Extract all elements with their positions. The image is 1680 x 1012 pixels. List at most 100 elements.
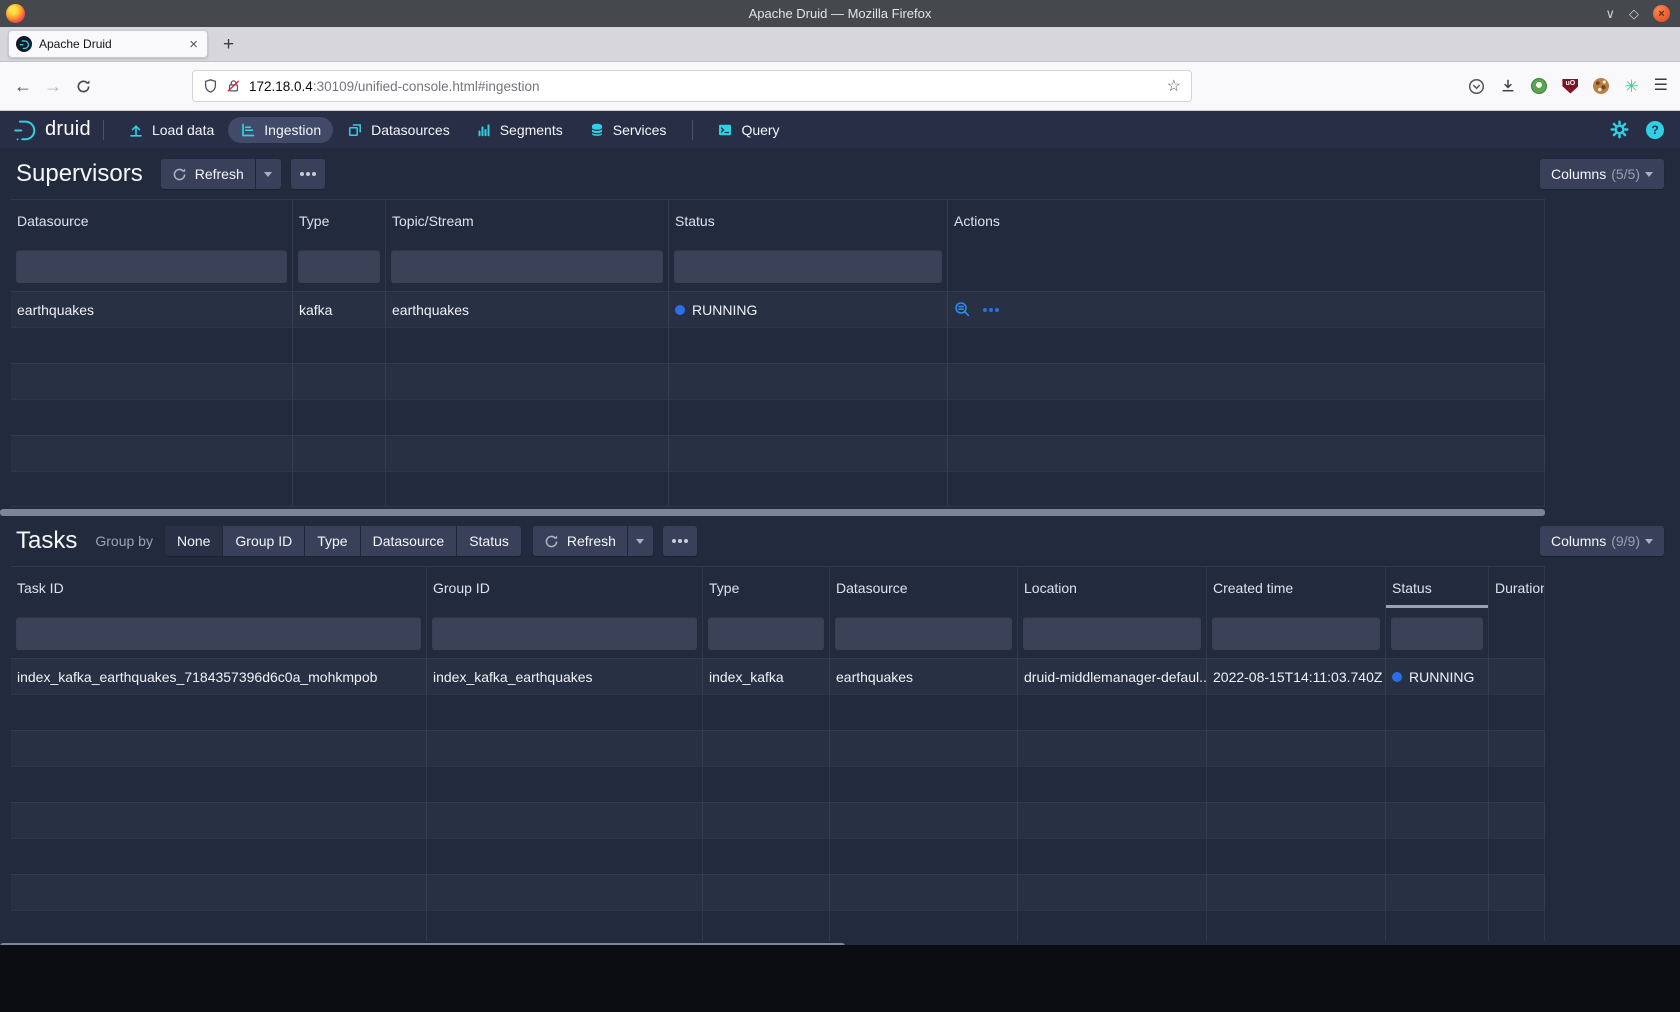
download-icon[interactable] [1500,78,1516,94]
column-header[interactable]: Duration [1489,567,1545,608]
column-header[interactable]: Created time [1207,567,1386,608]
scrollbar-thumb[interactable] [0,943,845,945]
group-by-type-button[interactable]: Type [305,526,359,556]
filter-status-input[interactable] [1391,617,1483,650]
nav-item-label: Load data [152,122,214,138]
tasks-more-button[interactable] [663,526,697,556]
supervisors-filter-row [11,241,1545,291]
segments-icon [476,122,492,138]
close-icon[interactable]: × [1653,5,1670,22]
druid-navbar: druid Load data Ingestion Datasources Se… [0,111,1680,148]
services-icon [589,122,605,138]
new-tab-button[interactable]: + [223,35,234,54]
column-header[interactable]: Status [669,200,948,241]
nav-item-load-data[interactable]: Load data [116,117,226,143]
window-title: Apache Druid — Mozilla Firefox [0,6,1680,21]
nav-item-ingestion[interactable]: Ingestion [228,117,333,143]
supervisors-refresh-button[interactable]: Refresh [161,159,255,189]
column-header[interactable]: Topic/Stream [386,200,669,241]
supervisors-horizontal-scrollbar[interactable] [0,507,1680,517]
filter-type-input[interactable] [708,617,824,650]
nav-item-services[interactable]: Services [577,117,679,143]
tasks-section: Tasks Group by None Group ID Type Dataso… [0,517,1680,945]
location-cell: druid-middlemanager-defaul... [1018,659,1207,694]
ingestion-icon [240,122,256,138]
type-cell: index_kafka [703,659,830,694]
tasks-table-body: index_kafka_earthquakes_7184357396d6c0a_… [11,658,1545,941]
empty-row [11,471,1545,507]
duration-cell [1489,659,1545,694]
column-header[interactable]: Type [703,567,830,608]
row-more-icon[interactable] [989,308,993,312]
supervisors-refresh-caret-button[interactable] [256,159,281,189]
group-by-datasource-button[interactable]: Datasource [361,526,457,556]
settings-gear-icon[interactable] [1610,120,1629,139]
supervisors-columns-button[interactable]: Columns (5/5) [1540,159,1664,189]
tracking-shield-icon[interactable] [203,78,218,94]
pocket-icon[interactable] [1468,78,1485,95]
nav-item-label: Datasources [371,122,450,138]
filter-created-time-input[interactable] [1212,617,1380,650]
supervisors-section: Supervisors Refresh Columns (5/5) Dataso… [0,148,1680,517]
browser-tab[interactable]: Apache Druid × [8,30,208,58]
tab-close-icon[interactable]: × [187,37,200,52]
nav-item-segments[interactable]: Segments [464,117,575,143]
cell [1489,608,1545,658]
filter-topic-input[interactable] [391,250,663,283]
nav-item-label: Ingestion [264,122,321,138]
back-button[interactable]: ← [8,77,38,95]
ublock-shield-icon[interactable]: uO [1562,79,1578,94]
supervisor-row[interactable]: earthquakes kafka earthquakes RUNNING [11,291,1545,327]
privacy-extension-icon[interactable] [1531,78,1547,94]
url-bar[interactable]: 172.18.0.4:30109/unified-console.html#in… [192,70,1192,102]
nav-item-query[interactable]: Query [705,117,791,143]
tasks-columns-button[interactable]: Columns (9/9) [1540,526,1664,556]
column-header[interactable]: Task ID [11,567,427,608]
group-by-group-id-button[interactable]: Group ID [223,526,304,556]
extension-asterisk-icon[interactable]: ✳ [1624,78,1638,95]
divider [103,120,104,140]
filter-task-id-input[interactable] [16,617,421,650]
group-by-status-button[interactable]: Status [457,526,521,556]
divider [692,120,693,140]
column-header[interactable]: Group ID [427,567,703,608]
bookmark-star-icon[interactable]: ☆ [1167,76,1181,96]
column-header[interactable]: Location [1018,567,1207,608]
nav-item-datasources[interactable]: Datasources [335,117,462,143]
column-header[interactable]: Datasource [11,200,293,241]
scrollbar-thumb[interactable] [0,509,1545,516]
druid-brand[interactable]: druid [12,117,91,143]
filter-group-id-input[interactable] [432,617,697,650]
chevron-down-icon [264,172,272,177]
tasks-refresh-button[interactable]: Refresh [533,526,627,556]
filter-type-input[interactable] [298,250,380,283]
filter-location-input[interactable] [1023,617,1201,650]
tasks-refresh-caret-button[interactable] [628,526,653,556]
filter-status-input[interactable] [674,250,942,283]
column-header[interactable]: Status [1386,567,1489,608]
help-icon[interactable]: ? [1646,121,1664,139]
column-header[interactable]: Datasource [830,567,1018,608]
reload-button[interactable] [68,79,98,94]
maximize-icon[interactable]: ◇ [1629,7,1639,20]
filter-datasource-input[interactable] [16,250,287,283]
datasources-icon [347,122,363,138]
column-header-label: Status [1392,580,1432,596]
minimize-icon[interactable]: ∨ [1605,7,1615,20]
empty-row [11,327,1545,363]
group-by-none-button[interactable]: None [165,526,222,556]
refresh-label: Refresh [195,166,244,182]
insecure-lock-icon[interactable] [226,78,241,94]
filter-datasource-input[interactable] [835,617,1012,650]
empty-row [11,766,1545,802]
menu-icon[interactable]: ☰ [1654,78,1668,94]
task-row[interactable]: index_kafka_earthquakes_7184357396d6c0a_… [11,658,1545,694]
tasks-table: Task ID Group ID Type Datasource Locatio… [11,566,1545,941]
tasks-horizontal-scrollbar[interactable] [0,941,1680,945]
supervisors-more-button[interactable] [291,159,325,189]
forward-button[interactable]: → [38,77,68,95]
column-header[interactable]: Actions [948,200,1545,241]
cookie-extension-icon[interactable] [1593,78,1609,94]
column-header[interactable]: Type [293,200,386,241]
inspect-magnifier-icon[interactable] [954,301,971,318]
